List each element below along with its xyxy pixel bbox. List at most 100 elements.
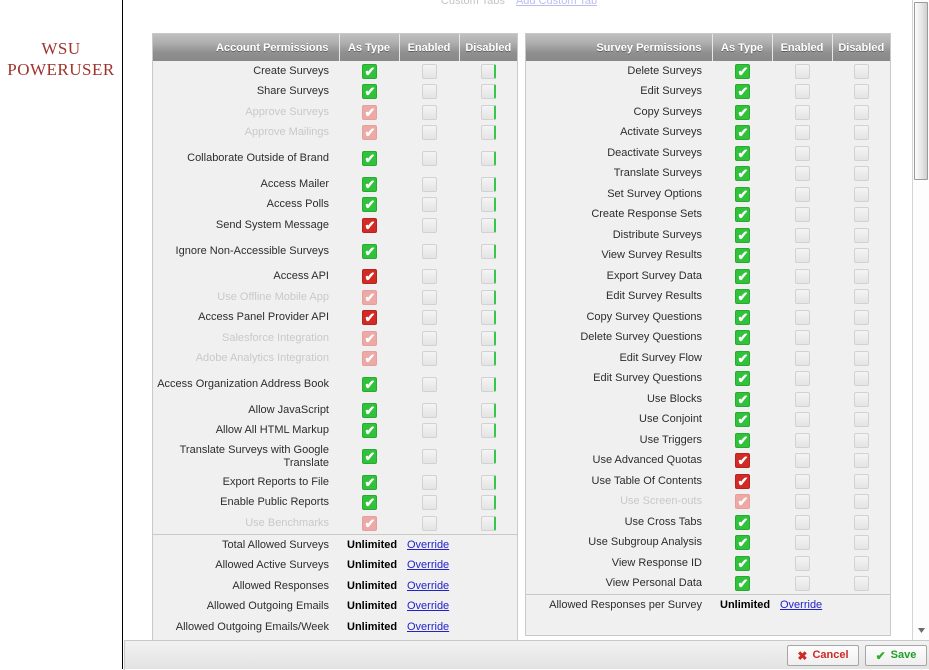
enabled-checkbox[interactable] — [422, 218, 437, 233]
disabled-checkbox[interactable] — [481, 244, 496, 259]
as-type-checkbox[interactable]: ✔ — [735, 535, 750, 550]
as-type-checkbox[interactable]: ✔ — [362, 516, 377, 531]
enabled-checkbox[interactable] — [422, 125, 437, 140]
disabled-checkbox[interactable] — [854, 166, 869, 181]
override-link[interactable]: Override — [407, 559, 449, 571]
as-type-checkbox[interactable]: ✔ — [735, 494, 750, 509]
enabled-checkbox[interactable] — [795, 474, 810, 489]
add-custom-tab-link[interactable]: Add Custom Tab — [516, 0, 597, 7]
enabled-checkbox[interactable] — [422, 151, 437, 166]
disabled-checkbox[interactable] — [481, 495, 496, 510]
cancel-button[interactable]: ✖ Cancel — [787, 645, 859, 666]
disabled-checkbox[interactable] — [854, 248, 869, 263]
disabled-checkbox[interactable] — [481, 423, 496, 438]
enabled-checkbox[interactable] — [795, 207, 810, 222]
as-type-checkbox[interactable]: ✔ — [735, 166, 750, 181]
enabled-checkbox[interactable] — [795, 330, 810, 345]
as-type-checkbox[interactable]: ✔ — [735, 248, 750, 263]
disabled-checkbox[interactable] — [481, 351, 496, 366]
enabled-checkbox[interactable] — [422, 197, 437, 212]
disabled-checkbox[interactable] — [854, 105, 869, 120]
disabled-checkbox[interactable] — [854, 351, 869, 366]
enabled-checkbox[interactable] — [422, 84, 437, 99]
as-type-checkbox[interactable]: ✔ — [362, 290, 377, 305]
disabled-checkbox[interactable] — [854, 146, 869, 161]
enabled-checkbox[interactable] — [795, 146, 810, 161]
as-type-checkbox[interactable]: ✔ — [362, 197, 377, 212]
disabled-checkbox[interactable] — [481, 105, 496, 120]
as-type-checkbox[interactable]: ✔ — [735, 289, 750, 304]
override-link[interactable]: Override — [407, 600, 449, 612]
enabled-checkbox[interactable] — [422, 331, 437, 346]
enabled-checkbox[interactable] — [422, 449, 437, 464]
enabled-checkbox[interactable] — [422, 351, 437, 366]
disabled-checkbox[interactable] — [854, 556, 869, 571]
enabled-checkbox[interactable] — [422, 403, 437, 418]
enabled-checkbox[interactable] — [422, 105, 437, 120]
as-type-checkbox[interactable]: ✔ — [735, 269, 750, 284]
as-type-checkbox[interactable]: ✔ — [735, 228, 750, 243]
enabled-checkbox[interactable] — [795, 412, 810, 427]
disabled-checkbox[interactable] — [481, 125, 496, 140]
disabled-checkbox[interactable] — [854, 289, 869, 304]
as-type-checkbox[interactable]: ✔ — [362, 105, 377, 120]
disabled-checkbox[interactable] — [854, 64, 869, 79]
as-type-checkbox[interactable]: ✔ — [362, 151, 377, 166]
as-type-checkbox[interactable]: ✔ — [735, 412, 750, 427]
as-type-checkbox[interactable]: ✔ — [735, 207, 750, 222]
as-type-checkbox[interactable]: ✔ — [362, 310, 377, 325]
disabled-checkbox[interactable] — [854, 228, 869, 243]
as-type-checkbox[interactable]: ✔ — [362, 269, 377, 284]
disabled-checkbox[interactable] — [854, 330, 869, 345]
disabled-checkbox[interactable] — [481, 218, 496, 233]
disabled-checkbox[interactable] — [481, 84, 496, 99]
enabled-checkbox[interactable] — [422, 423, 437, 438]
as-type-checkbox[interactable]: ✔ — [362, 218, 377, 233]
enabled-checkbox[interactable] — [422, 269, 437, 284]
as-type-checkbox[interactable]: ✔ — [362, 177, 377, 192]
disabled-checkbox[interactable] — [854, 187, 869, 202]
enabled-checkbox[interactable] — [795, 494, 810, 509]
disabled-checkbox[interactable] — [481, 177, 496, 192]
save-button[interactable]: ✔ Save — [865, 645, 927, 666]
disabled-checkbox[interactable] — [481, 403, 496, 418]
as-type-checkbox[interactable]: ✔ — [362, 331, 377, 346]
override-link[interactable]: Override — [407, 539, 449, 551]
as-type-checkbox[interactable]: ✔ — [362, 423, 377, 438]
disabled-checkbox[interactable] — [854, 310, 869, 325]
disabled-checkbox[interactable] — [481, 290, 496, 305]
as-type-checkbox[interactable]: ✔ — [362, 125, 377, 140]
disabled-checkbox[interactable] — [854, 207, 869, 222]
as-type-checkbox[interactable]: ✔ — [735, 310, 750, 325]
disabled-checkbox[interactable] — [854, 474, 869, 489]
disabled-checkbox[interactable] — [854, 433, 869, 448]
as-type-checkbox[interactable]: ✔ — [362, 495, 377, 510]
enabled-checkbox[interactable] — [422, 64, 437, 79]
enabled-checkbox[interactable] — [795, 371, 810, 386]
as-type-checkbox[interactable]: ✔ — [735, 146, 750, 161]
enabled-checkbox[interactable] — [422, 495, 437, 510]
as-type-checkbox[interactable]: ✔ — [735, 576, 750, 591]
enabled-checkbox[interactable] — [795, 64, 810, 79]
as-type-checkbox[interactable]: ✔ — [735, 330, 750, 345]
enabled-checkbox[interactable] — [795, 125, 810, 140]
enabled-checkbox[interactable] — [795, 166, 810, 181]
disabled-checkbox[interactable] — [481, 64, 496, 79]
enabled-checkbox[interactable] — [795, 84, 810, 99]
disabled-checkbox[interactable] — [854, 412, 869, 427]
disabled-checkbox[interactable] — [854, 392, 869, 407]
enabled-checkbox[interactable] — [422, 475, 437, 490]
as-type-checkbox[interactable]: ✔ — [362, 244, 377, 259]
disabled-checkbox[interactable] — [854, 576, 869, 591]
enabled-checkbox[interactable] — [795, 556, 810, 571]
as-type-checkbox[interactable]: ✔ — [735, 392, 750, 407]
disabled-checkbox[interactable] — [854, 84, 869, 99]
as-type-checkbox[interactable]: ✔ — [735, 556, 750, 571]
as-type-checkbox[interactable]: ✔ — [735, 125, 750, 140]
enabled-checkbox[interactable] — [795, 105, 810, 120]
enabled-checkbox[interactable] — [422, 377, 437, 392]
as-type-checkbox[interactable]: ✔ — [362, 449, 377, 464]
enabled-checkbox[interactable] — [795, 228, 810, 243]
as-type-checkbox[interactable]: ✔ — [362, 351, 377, 366]
scroll-down-arrow-icon[interactable] — [914, 624, 928, 638]
